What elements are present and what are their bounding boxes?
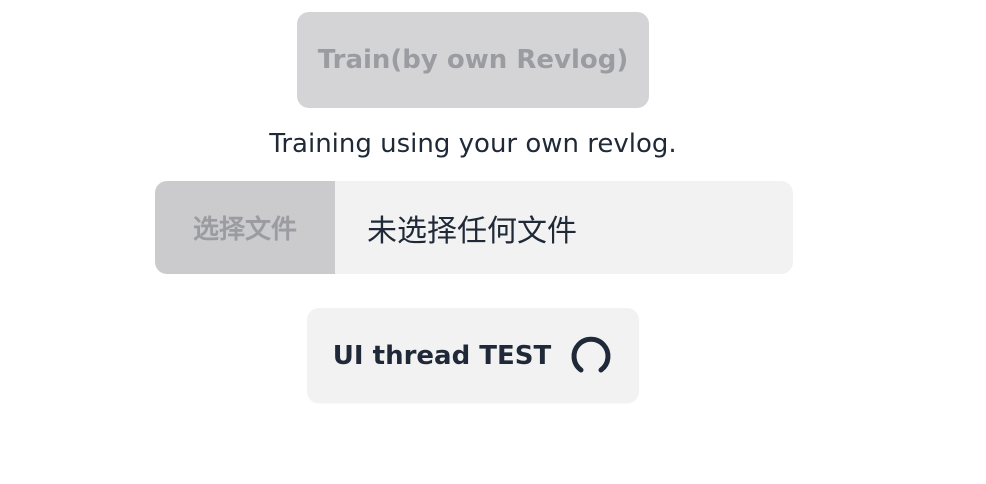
training-description: Training using your own revlog.	[269, 129, 677, 159]
revlog-file-input[interactable]: 选择文件 未选择任何文件	[155, 181, 793, 274]
choose-file-button[interactable]: 选择文件	[155, 181, 335, 274]
file-selection-status: 未选择任何文件	[367, 213, 577, 249]
ui-thread-test-label: UI thread TEST	[332, 340, 552, 371]
train-by-own-revlog-button[interactable]: Train(by own Revlog)	[297, 12, 649, 108]
ui-thread-test-button[interactable]: UI thread TEST	[307, 308, 639, 403]
spinner-icon	[571, 336, 611, 372]
training-panel: Train(by own Revlog) Training using your…	[0, 0, 986, 484]
